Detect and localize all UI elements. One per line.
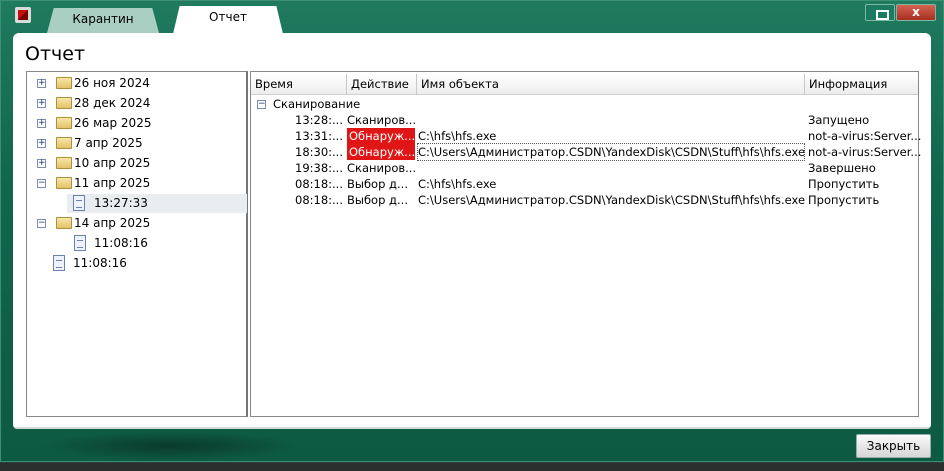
folder-icon — [56, 157, 72, 169]
expand-icon[interactable]: + — [37, 139, 46, 148]
cell-info: not-a-virus:Server... — [808, 129, 922, 143]
column-header-info[interactable]: Информация — [805, 74, 918, 95]
app-window: Карантин Отчет x Отчет +26 ноя 2024 +28 д… — [0, 0, 944, 462]
tree-item-label: 26 ноя 2024 — [74, 76, 150, 90]
cell-info: Пропустить — [808, 193, 880, 207]
cell-info: not-a-virus:Server... — [808, 145, 922, 159]
report-tree[interactable]: +26 ноя 2024 +28 дек 2024 +26 мар 2025 +7 а… — [26, 71, 248, 417]
cell-action: Сканиров... — [347, 161, 417, 175]
tree-item[interactable]: 13:27:33 — [67, 194, 247, 213]
column-header-object[interactable]: Имя объекта — [417, 74, 805, 95]
collapse-icon[interactable]: − — [257, 100, 266, 109]
cell-time: 18:30:... — [295, 145, 343, 159]
cell-action: Обнаруж... — [347, 144, 416, 160]
cell-object: C:\Users\Администратор.CSDN\YandexDisk\C… — [417, 143, 806, 161]
cell-object — [418, 112, 804, 128]
tree-item[interactable]: +10 апр 2025 — [27, 154, 247, 173]
report-table[interactable]: Время Действие Имя объекта Информация − … — [250, 71, 922, 417]
folder-icon — [56, 177, 72, 189]
collapse-icon[interactable]: − — [37, 219, 46, 228]
cell-info: Запущено — [808, 113, 870, 127]
cell-time: 19:38:... — [295, 161, 343, 175]
cell-object: C:\Users\Администратор.CSDN\YandexDisk\C… — [418, 193, 806, 207]
close-button[interactable]: Закрыть — [856, 434, 931, 458]
tree-item-label: 11:08:16 — [73, 256, 127, 270]
tree-item[interactable]: +28 дек 2024 — [27, 94, 247, 113]
expand-icon[interactable]: + — [37, 79, 46, 88]
tree-item-label: 14 апр 2025 — [74, 216, 151, 230]
tree-item-label: 7 апр 2025 — [74, 136, 143, 150]
minimize-button[interactable] — [865, 4, 895, 21]
tab-report[interactable]: Отчет — [173, 6, 283, 34]
tree-item[interactable]: − 14 апр 2025 — [27, 214, 247, 233]
tab-quarantine[interactable]: Карантин — [47, 8, 159, 33]
cell-time: 13:31:... — [295, 129, 343, 143]
tree-item-label: 26 мар 2025 — [74, 116, 152, 130]
cell-action: Обнаруж... — [347, 128, 416, 144]
tree-item-label: 13:27:33 — [94, 196, 148, 210]
close-window-button[interactable]: x — [896, 4, 936, 21]
cell-info: Завершено — [808, 161, 876, 175]
tree-item-label: 10 апр 2025 — [74, 156, 151, 170]
expand-icon[interactable]: + — [37, 159, 46, 168]
cell-time: 08:18:... — [295, 177, 343, 191]
collapse-icon[interactable]: − — [37, 179, 46, 188]
column-header-time[interactable]: Время — [251, 74, 347, 95]
column-header-action[interactable]: Действие — [347, 74, 417, 95]
cell-action: Выбор д... — [347, 193, 408, 207]
folder-icon — [56, 137, 72, 149]
kaspersky-logo-icon — [15, 7, 31, 23]
cell-object: C:\hfs\hfs.exe — [418, 129, 497, 143]
cell-info: Пропустить — [808, 177, 880, 191]
cell-object: C:\hfs\hfs.exe — [418, 177, 497, 191]
folder-icon — [56, 77, 72, 89]
tree-item[interactable]: +7 апр 2025 — [27, 134, 247, 153]
cell-time: 08:18:... — [295, 193, 343, 207]
report-file-icon — [74, 235, 86, 251]
cell-time: 13:28:... — [295, 113, 343, 127]
table-header: Время Действие Имя объекта Информация — [251, 74, 918, 95]
tree-item-label: 11:08:16 — [94, 236, 148, 250]
page-title: Отчет — [25, 43, 86, 65]
tree-item[interactable]: − 11 апр 2025 — [27, 174, 247, 193]
cell-action: Сканиров... — [347, 113, 417, 127]
expand-icon[interactable]: + — [37, 99, 46, 108]
group-label: Сканирование — [273, 97, 361, 111]
folder-icon — [56, 97, 72, 109]
tree-item-label: 28 дек 2024 — [74, 96, 151, 110]
taskbar — [0, 463, 944, 471]
report-file-icon — [73, 195, 85, 211]
folder-icon — [56, 117, 72, 129]
folder-icon — [56, 217, 72, 229]
cell-action: Выбор д... — [347, 177, 408, 191]
tree-item[interactable]: +26 мар 2025 — [27, 114, 247, 133]
cell-object — [418, 160, 804, 176]
report-file-icon — [53, 255, 65, 271]
expand-icon[interactable]: + — [37, 119, 46, 128]
tree-item-label: 11 апр 2025 — [74, 176, 151, 190]
tree-item[interactable]: +26 ноя 2024 — [27, 74, 247, 93]
